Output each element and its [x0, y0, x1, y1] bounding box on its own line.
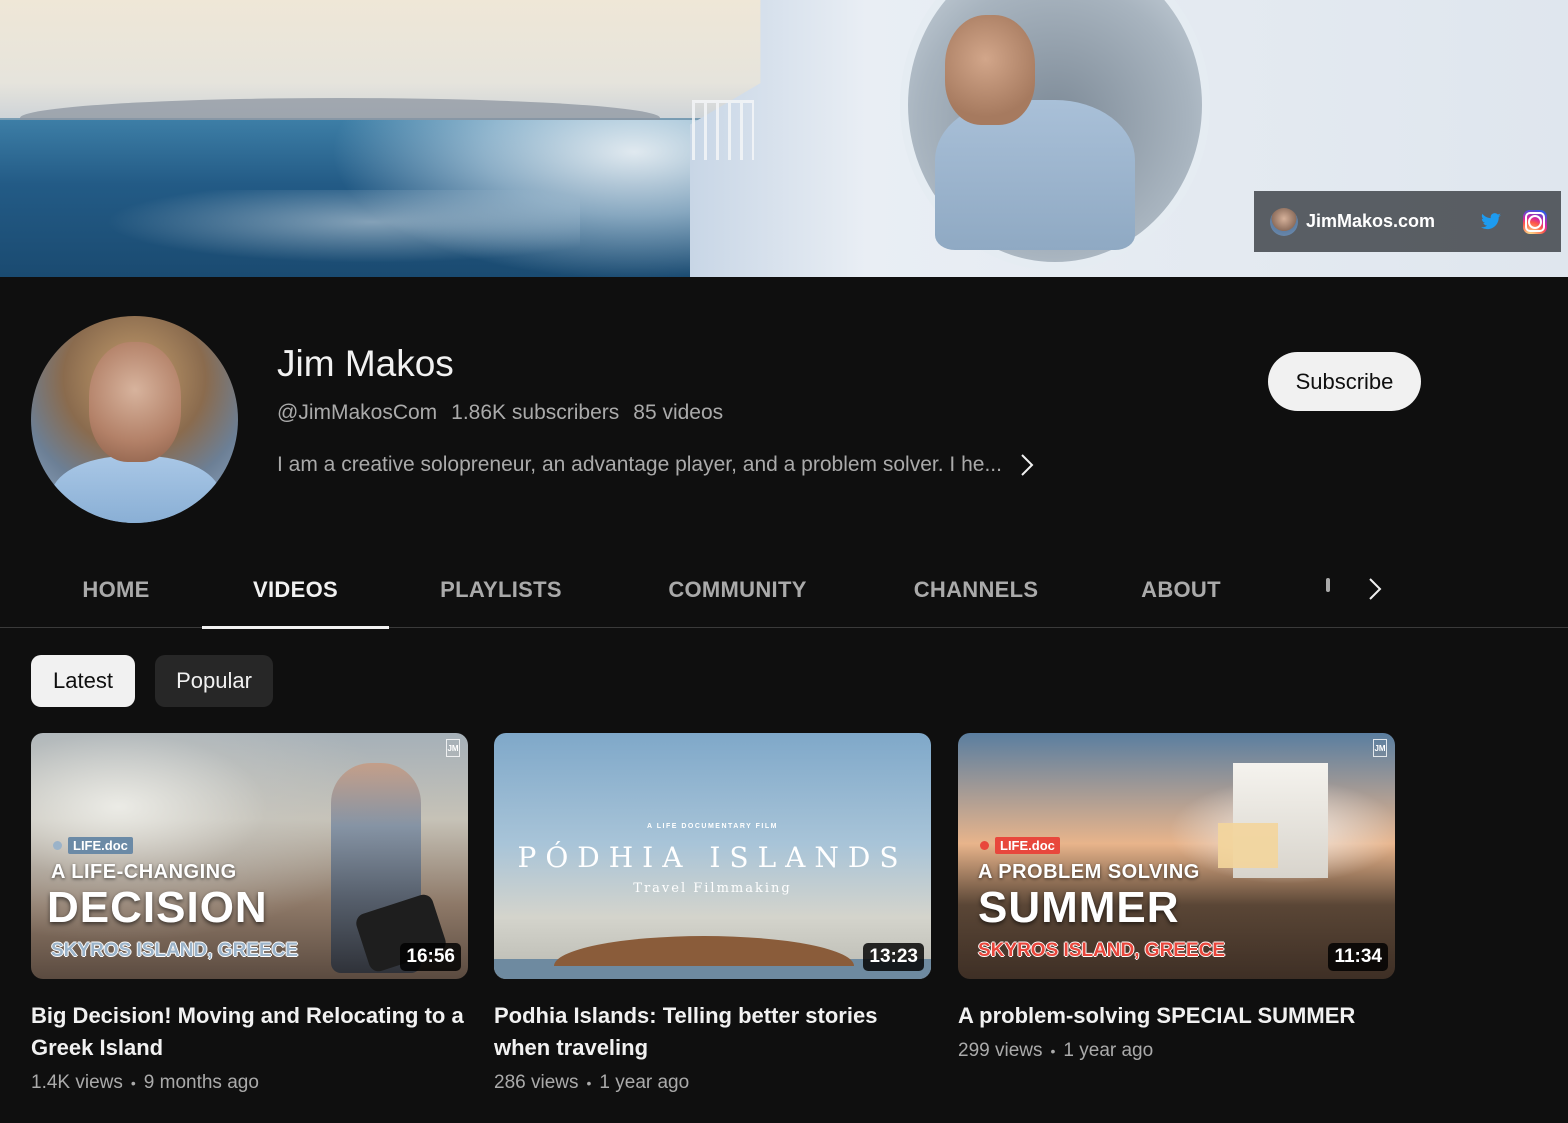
video-views: 286 views: [494, 1072, 579, 1093]
avatar-shirt: [51, 456, 221, 523]
tabs-scroll-right-button[interactable]: [1355, 567, 1395, 611]
tab-home[interactable]: HOME: [60, 552, 172, 628]
link-favicon-icon: [1270, 207, 1298, 236]
banner-wake: [330, 120, 710, 277]
instagram-icon[interactable]: [1523, 209, 1547, 234]
banner-railing: [692, 100, 754, 160]
channel-tabs: HOME VIDEOS PLAYLISTS COMMUNITY CHANNELS…: [0, 552, 1568, 629]
video-card[interactable]: LIFE.doc A PROBLEM SOLVING SUMMER SKYROS…: [958, 733, 1395, 1062]
video-views: 1.4K views: [31, 1072, 123, 1093]
channel-avatar[interactable]: [31, 316, 238, 523]
video-card[interactable]: LIFE.doc A LIFE-CHANGING DECISION SKYROS…: [31, 733, 468, 1094]
tab-community[interactable]: COMMUNITY: [645, 552, 830, 628]
thumb-line2: DECISION: [47, 883, 268, 932]
banner-links: JimMakos.com: [1254, 191, 1561, 252]
thumb-line1: A LIFE-CHANGING: [51, 861, 237, 883]
subscriber-count: 1.86K subscribers: [451, 401, 620, 424]
thumb-house-window: [1218, 823, 1278, 868]
thumb-subtitle: Travel Filmmaking: [633, 881, 792, 896]
video-title[interactable]: Big Decision! Moving and Relocating to a…: [31, 1000, 468, 1064]
tag-dot-icon: [980, 841, 989, 850]
jm-logo-icon: JM: [1373, 739, 1387, 757]
video-age: 1 year ago: [599, 1072, 690, 1093]
meta-separator: •: [130, 1075, 136, 1091]
tab-playlists[interactable]: PLAYLISTS: [420, 552, 582, 628]
banner-person-shirt: [935, 100, 1135, 250]
thumb-island: [554, 936, 854, 966]
tag-label: LIFE.doc: [995, 837, 1060, 854]
video-thumbnail[interactable]: LIFE.doc A PROBLEM SOLVING SUMMER SKYROS…: [958, 733, 1395, 979]
chevron-right-icon[interactable]: [1020, 453, 1034, 477]
channel-banner: JimMakos.com: [0, 0, 1568, 277]
channel-meta: @JimMakosCom 1.86K subscribers 85 videos: [277, 401, 723, 425]
thumb-title: PÓDHIA ISLANDS: [517, 841, 908, 874]
channel-handle: @JimMakosCom: [277, 401, 438, 424]
tab-channels[interactable]: CHANNELS: [892, 552, 1060, 628]
twitter-icon[interactable]: [1479, 210, 1503, 234]
channel-name: Jim Makos: [277, 343, 454, 384]
thumb-line2: SUMMER: [978, 883, 1180, 932]
video-thumbnail[interactable]: A LIFE DOCUMENTARY FILM PÓDHIA ISLANDS T…: [494, 733, 931, 979]
thumb-line1: A PROBLEM SOLVING: [978, 861, 1200, 883]
video-duration: 16:56: [400, 943, 461, 971]
avatar-face: [89, 342, 181, 462]
channel-description[interactable]: I am a creative solopreneur, an advantag…: [277, 453, 1034, 477]
thumb-line3: SKYROS ISLAND, GREECE: [978, 940, 1226, 961]
video-duration: 11:34: [1328, 943, 1388, 971]
banner-person-head: [945, 15, 1035, 125]
chevron-right-icon: [1369, 578, 1382, 600]
thumb-tag: LIFE.doc: [980, 837, 1060, 854]
video-thumbnail[interactable]: LIFE.doc A LIFE-CHANGING DECISION SKYROS…: [31, 733, 468, 979]
video-title[interactable]: Podhia Islands: Telling better stories w…: [494, 1000, 931, 1064]
description-text: I am a creative solopreneur, an advantag…: [277, 453, 1002, 476]
thumb-tag: LIFE.doc: [53, 837, 133, 854]
video-views: 299 views: [958, 1040, 1043, 1061]
website-link[interactable]: JimMakos.com: [1306, 211, 1435, 232]
video-card[interactable]: A LIFE DOCUMENTARY FILM PÓDHIA ISLANDS T…: [494, 733, 931, 1094]
tag-dot-icon: [53, 841, 62, 850]
chip-popular[interactable]: Popular: [155, 655, 273, 707]
thumb-line3: SKYROS ISLAND, GREECE: [51, 940, 299, 961]
jm-logo-icon: JM: [446, 739, 460, 757]
tab-search-partial[interactable]: [1326, 578, 1330, 592]
video-count: 85 videos: [633, 401, 724, 424]
tab-about[interactable]: ABOUT: [1122, 552, 1240, 628]
tab-videos[interactable]: VIDEOS: [202, 552, 389, 629]
video-age: 9 months ago: [143, 1072, 259, 1093]
tag-label: LIFE.doc: [68, 837, 133, 854]
chip-latest[interactable]: Latest: [31, 655, 135, 707]
video-meta: 299 views • 1 year ago: [958, 1040, 1395, 1062]
video-meta: 1.4K views • 9 months ago: [31, 1072, 468, 1094]
subscribe-button[interactable]: Subscribe: [1268, 352, 1421, 411]
video-meta: 286 views • 1 year ago: [494, 1072, 931, 1094]
meta-separator: •: [1050, 1043, 1056, 1059]
thumb-kicker: A LIFE DOCUMENTARY FILM: [647, 823, 778, 830]
video-title[interactable]: A problem-solving SPECIAL SUMMER: [958, 1000, 1395, 1032]
video-duration: 13:23: [863, 943, 924, 971]
meta-separator: •: [586, 1075, 592, 1091]
video-age: 1 year ago: [1063, 1040, 1154, 1061]
